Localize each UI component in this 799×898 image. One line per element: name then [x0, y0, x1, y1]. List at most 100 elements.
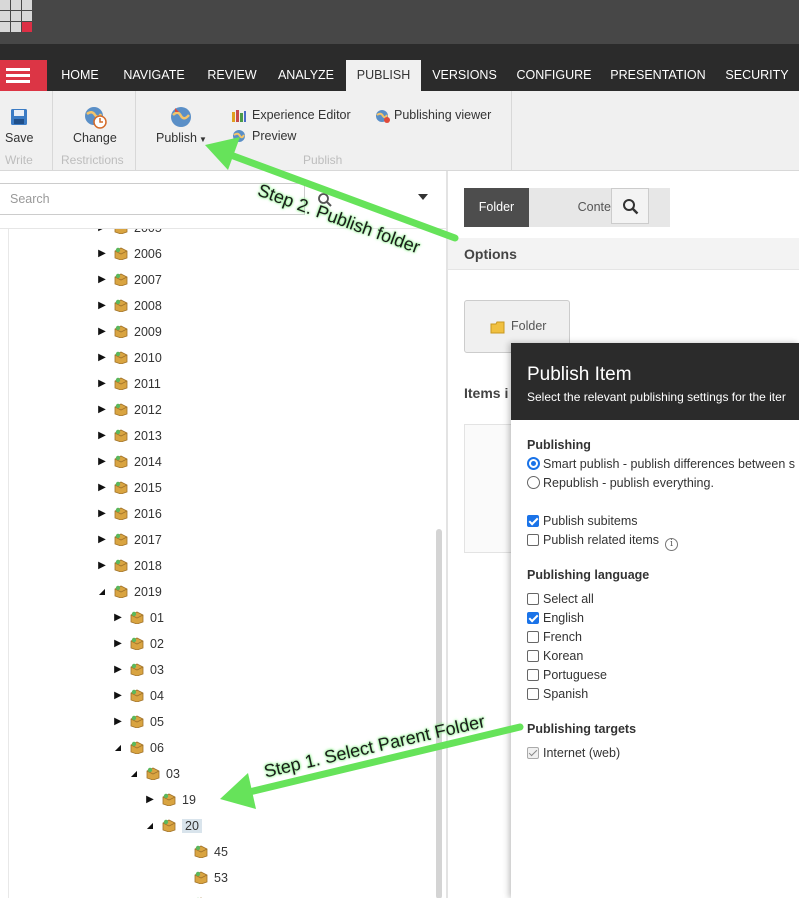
smart-publish-label: Smart publish - publish differences betw…	[543, 457, 795, 471]
publish-related-option[interactable]: Publish related items i	[527, 531, 679, 551]
change-button[interactable]: Change	[73, 131, 117, 145]
tree-item[interactable]: ▶ 03	[112, 659, 164, 681]
tree-item[interactable]: ▶ 02	[112, 633, 164, 655]
tree-item[interactable]: ▶ 2005	[96, 229, 162, 239]
write-group-label: Write	[5, 153, 33, 167]
expand-arrow-icon[interactable]: ▶	[96, 451, 108, 473]
expand-arrow-icon[interactable]: ▶	[96, 477, 108, 499]
tree-item[interactable]: ▶ 2017	[96, 529, 162, 551]
tree-item[interactable]: ◢ 06	[112, 737, 164, 759]
tree-item[interactable]: ▶ 2010	[96, 347, 162, 369]
republish-radio[interactable]	[527, 476, 540, 489]
language-checkbox[interactable]	[527, 593, 539, 605]
republish-option[interactable]: Republish - publish everything.	[527, 474, 714, 492]
expand-arrow-icon[interactable]: ▶	[96, 503, 108, 525]
tab-home[interactable]: HOME	[50, 60, 110, 91]
tab-presentation[interactable]: PRESENTATION	[607, 60, 709, 91]
tree-item[interactable]: ▶ 2009	[96, 321, 162, 343]
language-option[interactable]: French	[527, 628, 582, 646]
tree-item[interactable]: 45	[176, 841, 228, 863]
search-options-chevron-icon[interactable]	[418, 194, 428, 200]
tab-security[interactable]: SECURITY	[719, 60, 795, 91]
publishing-viewer-button[interactable]: Publishing viewer	[394, 108, 491, 122]
tree-item[interactable]: 53	[176, 867, 228, 889]
tab-versions[interactable]: VERSIONS	[428, 60, 501, 91]
publish-subitems-checkbox[interactable]	[527, 515, 539, 527]
tree-item[interactable]: ▶ 05	[112, 711, 164, 733]
menu-icon[interactable]	[0, 60, 47, 91]
language-option[interactable]: English	[527, 609, 584, 627]
collapse-arrow-icon[interactable]: ◢	[128, 763, 140, 785]
expand-arrow-icon[interactable]: ▶	[112, 685, 124, 707]
expand-arrow-icon[interactable]: ▶	[96, 269, 108, 291]
expand-arrow-icon[interactable]: ▶	[96, 425, 108, 447]
collapse-arrow-icon[interactable]: ◢	[144, 815, 156, 837]
info-icon[interactable]: i	[665, 538, 679, 551]
tree-item[interactable]: ◢ 03	[128, 763, 180, 785]
tab-folder[interactable]: Folder	[464, 188, 529, 227]
tree-item[interactable]: ▶ 2013	[96, 425, 162, 447]
publish-button[interactable]: Publish ▼	[156, 131, 207, 145]
language-checkbox[interactable]	[527, 669, 539, 681]
save-icon[interactable]	[10, 108, 28, 126]
expand-arrow-icon[interactable]: ▶	[96, 229, 108, 239]
tree-item[interactable]: ▶ 2006	[96, 243, 162, 265]
preview-button[interactable]: Preview	[252, 129, 296, 143]
language-option[interactable]: Portuguese	[527, 666, 607, 684]
expand-arrow-icon[interactable]: ▶	[112, 659, 124, 681]
tree-item[interactable]: ▶ 01	[112, 607, 164, 629]
pane-divider[interactable]	[446, 171, 448, 898]
tab-review[interactable]: REVIEW	[202, 60, 262, 91]
restrictions-globe-icon[interactable]	[83, 105, 107, 129]
tree-scrollbar[interactable]	[436, 529, 442, 898]
tab-publish[interactable]: PUBLISH	[346, 60, 421, 91]
content-search-button[interactable]	[611, 188, 649, 224]
expand-arrow-icon[interactable]: ▶	[112, 633, 124, 655]
language-option[interactable]: Korean	[527, 647, 583, 665]
tree-item[interactable]: ◢ 20	[144, 815, 202, 837]
expand-arrow-icon[interactable]: ▶	[96, 373, 108, 395]
tree-item[interactable]: ▶ 2016	[96, 503, 162, 525]
language-checkbox[interactable]	[527, 650, 539, 662]
tree-item[interactable]: ▶ 19	[144, 789, 196, 811]
tree-item[interactable]: ▶ 2018	[96, 555, 162, 577]
collapse-arrow-icon[interactable]: ◢	[96, 581, 108, 603]
tab-configure[interactable]: CONFIGURE	[510, 60, 598, 91]
tree-item[interactable]	[176, 893, 214, 898]
language-checkbox[interactable]	[527, 631, 539, 643]
publish-related-checkbox[interactable]	[527, 534, 539, 546]
save-button[interactable]: Save	[5, 131, 34, 145]
tree-item[interactable]: ▶ 2007	[96, 269, 162, 291]
experience-editor-button[interactable]: Experience Editor	[252, 108, 351, 122]
tree-item[interactable]: ▶ 2014	[96, 451, 162, 473]
smart-publish-option[interactable]: Smart publish - publish differences betw…	[527, 455, 795, 473]
dialog-subtitle: Select the relevant publishing settings …	[527, 390, 786, 404]
expand-arrow-icon[interactable]: ▶	[144, 789, 156, 811]
expand-arrow-icon[interactable]: ▶	[112, 607, 124, 629]
language-checkbox[interactable]	[527, 688, 539, 700]
tree-item[interactable]: ▶ 2012	[96, 399, 162, 421]
tree-item[interactable]: ▶ 2011	[96, 373, 161, 395]
language-option[interactable]: Spanish	[527, 685, 588, 703]
tree-item[interactable]: ◢ 2019	[96, 581, 162, 603]
app-grid-icon[interactable]	[0, 0, 33, 34]
language-checkbox[interactable]	[527, 612, 539, 624]
expand-arrow-icon[interactable]: ▶	[96, 295, 108, 317]
tree-item[interactable]: ▶ 2008	[96, 295, 162, 317]
publish-subitems-option[interactable]: Publish subitems	[527, 512, 638, 530]
expand-arrow-icon[interactable]: ▶	[96, 555, 108, 577]
expand-arrow-icon[interactable]: ▶	[96, 347, 108, 369]
collapse-arrow-icon[interactable]: ◢	[112, 737, 124, 759]
smart-publish-radio[interactable]	[527, 457, 540, 470]
expand-arrow-icon[interactable]: ▶	[112, 711, 124, 733]
expand-arrow-icon[interactable]: ▶	[96, 243, 108, 265]
expand-arrow-icon[interactable]: ▶	[96, 321, 108, 343]
tab-analyze[interactable]: ANALYZE	[272, 60, 340, 91]
expand-arrow-icon[interactable]: ▶	[96, 529, 108, 551]
publish-globe-icon[interactable]	[168, 105, 194, 129]
expand-arrow-icon[interactable]: ▶	[96, 399, 108, 421]
tree-item[interactable]: ▶ 04	[112, 685, 164, 707]
tab-navigate[interactable]: NAVIGATE	[116, 60, 192, 91]
language-option[interactable]: Select all	[527, 590, 594, 608]
tree-item[interactable]: ▶ 2015	[96, 477, 162, 499]
